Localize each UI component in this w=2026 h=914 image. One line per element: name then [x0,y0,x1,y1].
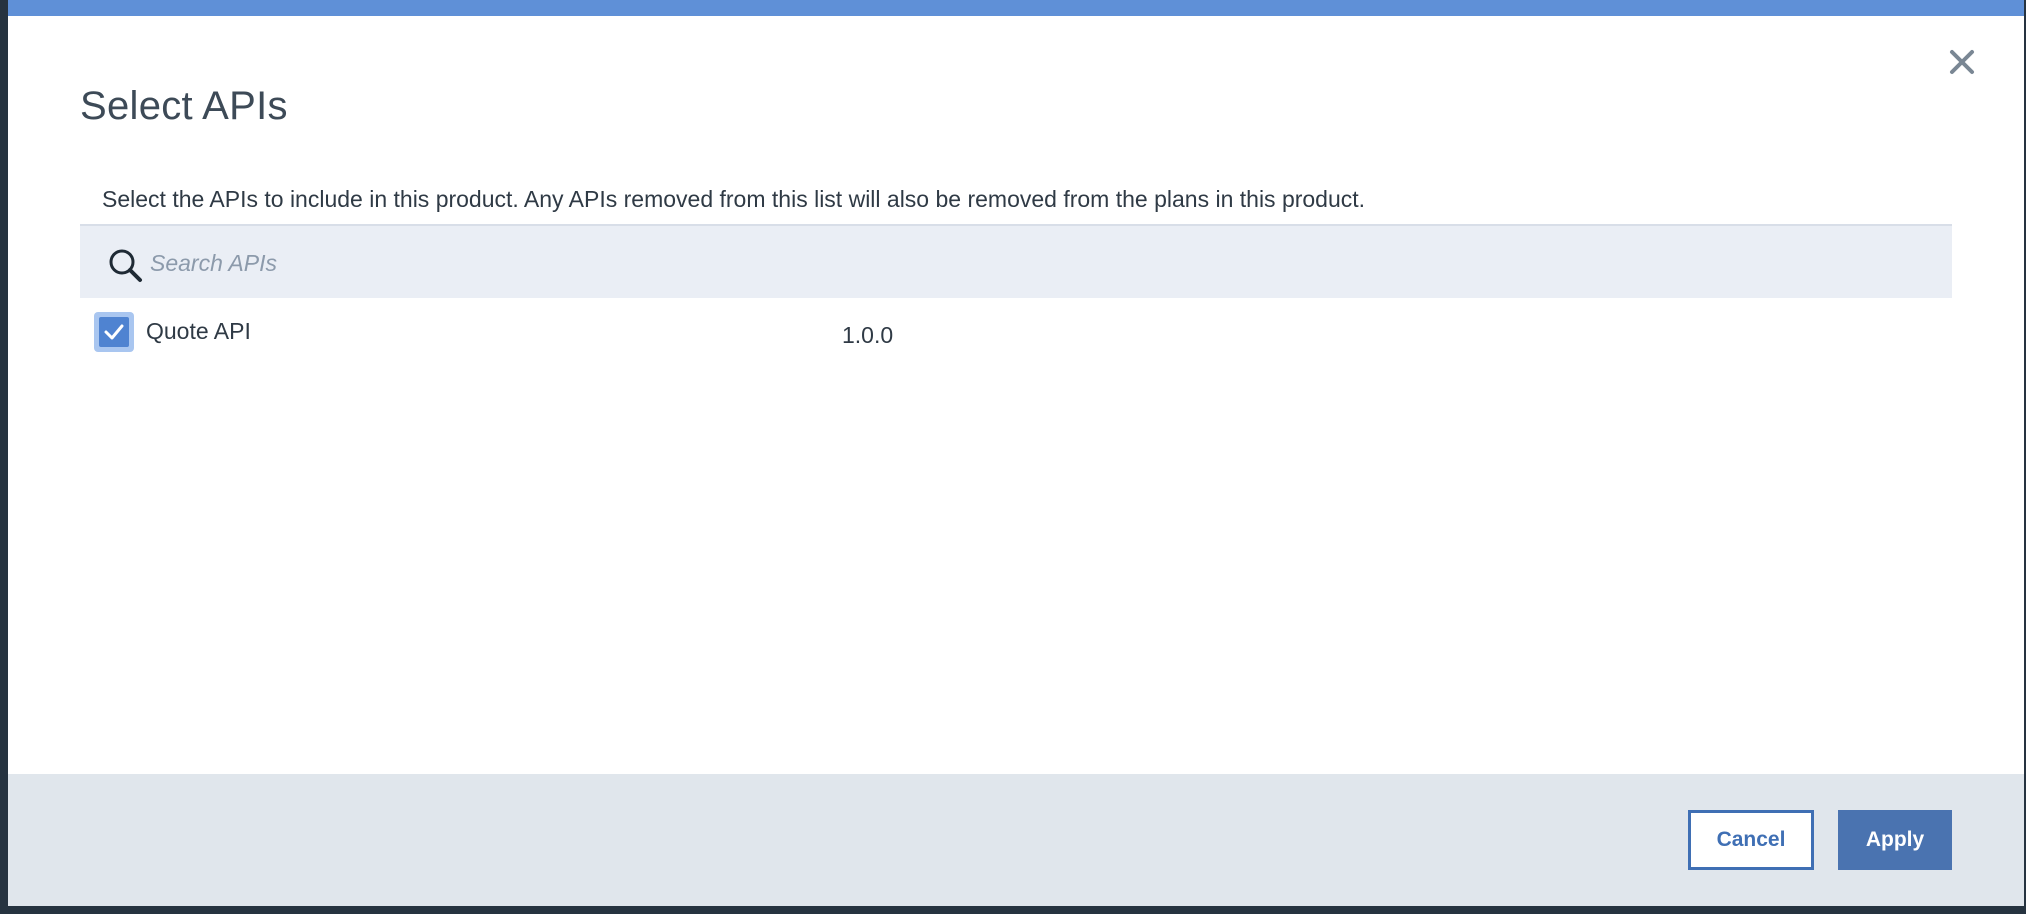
checkbox-checked [99,317,129,347]
search-bar [80,224,1952,298]
cancel-button[interactable]: Cancel [1688,810,1814,870]
dialog-top-accent [8,0,2024,16]
search-input[interactable] [148,242,1912,284]
select-apis-dialog: Select APIs Select the APIs to include i… [8,0,2024,906]
api-checkbox[interactable] [94,312,134,352]
dialog-description: Select the APIs to include in this produ… [102,186,1366,212]
checkmark-icon [104,324,124,340]
api-version: 1.0.0 [842,322,894,348]
apply-button[interactable]: Apply [1838,810,1952,870]
dialog-title: Select APIs [80,84,288,128]
list-item: Quote API 1.0.0 [80,306,1952,356]
close-icon[interactable] [1944,44,1980,80]
search-icon [108,248,144,284]
api-name: Quote API [146,318,251,344]
dialog-footer: Cancel Apply [8,774,2024,906]
